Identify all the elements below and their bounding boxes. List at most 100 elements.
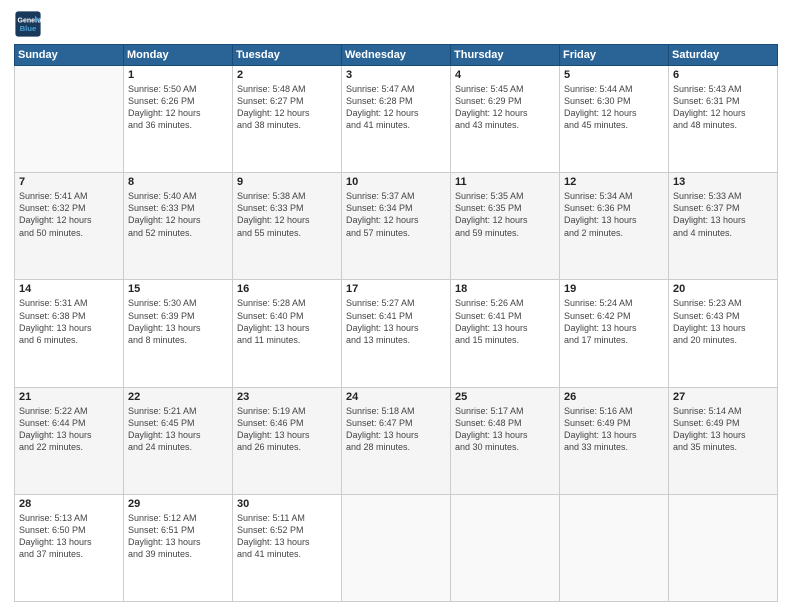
day-detail: Sunrise: 5:21 AM Sunset: 6:45 PM Dayligh… — [128, 405, 228, 454]
day-number: 16 — [237, 283, 337, 295]
day-number: 22 — [128, 391, 228, 403]
day-number: 11 — [455, 176, 555, 188]
header: General Blue — [14, 10, 778, 38]
calendar-cell: 26Sunrise: 5:16 AM Sunset: 6:49 PM Dayli… — [560, 387, 669, 494]
calendar-cell: 29Sunrise: 5:12 AM Sunset: 6:51 PM Dayli… — [124, 494, 233, 601]
day-number: 6 — [673, 69, 773, 81]
calendar-cell: 16 Sunrise: 5:28 AM Sunset: 6:40 PM Dayli… — [233, 280, 342, 387]
day-number: 5 — [564, 69, 664, 81]
day-detail: Sunrise: 5:28 AM Sunset: 6:40 PM Dayligh… — [237, 297, 337, 346]
calendar-cell: 17 Sunrise: 5:27 AM Sunset: 6:41 PM Dayli… — [342, 280, 451, 387]
day-detail: Sunrise: 5:48 AM Sunset: 6:27 PM Dayligh… — [237, 83, 337, 132]
calendar-cell: 6 Sunrise: 5:43 AM Sunset: 6:31 PM Daylig… — [669, 66, 778, 173]
calendar-cell: 2 Sunrise: 5:48 AM Sunset: 6:27 PM Daylig… — [233, 66, 342, 173]
calendar-cell: 30 Sunrise: 5:11 AM Sunset: 6:52 PM Dayli… — [233, 494, 342, 601]
calendar-cell: 23 Sunrise: 5:19 AM Sunset: 6:46 PM Dayli… — [233, 387, 342, 494]
day-number: 2 — [237, 69, 337, 81]
weekday-sunday: Sunday — [15, 45, 124, 66]
day-detail: Sunrise: 5:37 AM Sunset: 6:34 PM Dayligh… — [346, 190, 446, 239]
day-detail: Sunrise: 5:11 AM Sunset: 6:52 PM Dayligh… — [237, 512, 337, 561]
day-detail: Sunrise: 5:27 AM Sunset: 6:41 PM Dayligh… — [346, 297, 446, 346]
day-detail: Sunrise: 5:47 AM Sunset: 6:28 PM Dayligh… — [346, 83, 446, 132]
day-number: 19 — [564, 283, 664, 295]
calendar-cell: 22 Sunrise: 5:21 AM Sunset: 6:45 PM Dayli… — [124, 387, 233, 494]
day-number: 26 — [564, 391, 664, 403]
weekday-header-row: SundayMondayTuesdayWednesdayThursdayFrid… — [15, 45, 778, 66]
calendar-cell — [342, 494, 451, 601]
logo-icon: General Blue — [14, 10, 42, 38]
day-number: 25 — [455, 391, 555, 403]
calendar-table: SundayMondayTuesdayWednesdayThursdayFrid… — [14, 44, 778, 602]
calendar-cell: 21 Sunrise: 5:22 AM Sunset: 6:44 PM Dayli… — [15, 387, 124, 494]
day-detail: Sunrise: 5:22 AM Sunset: 6:44 PM Dayligh… — [19, 405, 119, 454]
calendar-cell: 15 Sunrise: 5:30 AM Sunset: 6:39 PM Dayli… — [124, 280, 233, 387]
calendar-cell: 27 Sunrise: 5:14 AM Sunset: 6:49 PM Dayli… — [669, 387, 778, 494]
calendar-cell: 8 Sunrise: 5:40 AM Sunset: 6:33 PM Daylig… — [124, 173, 233, 280]
calendar-cell: 4 Sunrise: 5:45 AM Sunset: 6:29 PM Daylig… — [451, 66, 560, 173]
day-detail: Sunrise: 5:23 AM Sunset: 6:43 PM Dayligh… — [673, 297, 773, 346]
day-number: 18 — [455, 283, 555, 295]
calendar-cell: 11 Sunrise: 5:35 AM Sunset: 6:35 PM Dayli… — [451, 173, 560, 280]
day-number: 21 — [19, 391, 119, 403]
day-detail: Sunrise: 5:13 AM Sunset: 6:50 PM Dayligh… — [19, 512, 119, 561]
calendar-cell: 7Sunrise: 5:41 AM Sunset: 6:32 PM Daylig… — [15, 173, 124, 280]
day-detail: Sunrise: 5:50 AM Sunset: 6:26 PM Dayligh… — [128, 83, 228, 132]
weekday-monday: Monday — [124, 45, 233, 66]
day-detail: Sunrise: 5:35 AM Sunset: 6:35 PM Dayligh… — [455, 190, 555, 239]
calendar-cell: 19Sunrise: 5:24 AM Sunset: 6:42 PM Dayli… — [560, 280, 669, 387]
day-detail: Sunrise: 5:12 AM Sunset: 6:51 PM Dayligh… — [128, 512, 228, 561]
calendar-cell: 24Sunrise: 5:18 AM Sunset: 6:47 PM Dayli… — [342, 387, 451, 494]
day-number: 13 — [673, 176, 773, 188]
day-number: 8 — [128, 176, 228, 188]
calendar-cell: 3 Sunrise: 5:47 AM Sunset: 6:28 PM Daylig… — [342, 66, 451, 173]
day-number: 15 — [128, 283, 228, 295]
day-detail: Sunrise: 5:31 AM Sunset: 6:38 PM Dayligh… — [19, 297, 119, 346]
weekday-tuesday: Tuesday — [233, 45, 342, 66]
day-detail: Sunrise: 5:44 AM Sunset: 6:30 PM Dayligh… — [564, 83, 664, 132]
day-number: 23 — [237, 391, 337, 403]
day-detail: Sunrise: 5:17 AM Sunset: 6:48 PM Dayligh… — [455, 405, 555, 454]
calendar-cell: 25 Sunrise: 5:17 AM Sunset: 6:48 PM Dayli… — [451, 387, 560, 494]
day-number: 4 — [455, 69, 555, 81]
weekday-saturday: Saturday — [669, 45, 778, 66]
calendar-cell: 18 Sunrise: 5:26 AM Sunset: 6:41 PM Dayli… — [451, 280, 560, 387]
weekday-friday: Friday — [560, 45, 669, 66]
day-detail: Sunrise: 5:19 AM Sunset: 6:46 PM Dayligh… — [237, 405, 337, 454]
day-number: 20 — [673, 283, 773, 295]
day-detail: Sunrise: 5:40 AM Sunset: 6:33 PM Dayligh… — [128, 190, 228, 239]
week-row-4: 21 Sunrise: 5:22 AM Sunset: 6:44 PM Dayli… — [15, 387, 778, 494]
calendar-cell: 9 Sunrise: 5:38 AM Sunset: 6:33 PM Daylig… — [233, 173, 342, 280]
calendar-cell — [669, 494, 778, 601]
day-detail: Sunrise: 5:41 AM Sunset: 6:32 PM Dayligh… — [19, 190, 119, 239]
weekday-thursday: Thursday — [451, 45, 560, 66]
day-detail: Sunrise: 5:14 AM Sunset: 6:49 PM Dayligh… — [673, 405, 773, 454]
day-number: 9 — [237, 176, 337, 188]
day-detail: Sunrise: 5:18 AM Sunset: 6:47 PM Dayligh… — [346, 405, 446, 454]
calendar-cell — [15, 66, 124, 173]
calendar-cell — [451, 494, 560, 601]
calendar-cell: 5 Sunrise: 5:44 AM Sunset: 6:30 PM Daylig… — [560, 66, 669, 173]
day-detail: Sunrise: 5:26 AM Sunset: 6:41 PM Dayligh… — [455, 297, 555, 346]
calendar-cell — [560, 494, 669, 601]
day-detail: Sunrise: 5:45 AM Sunset: 6:29 PM Dayligh… — [455, 83, 555, 132]
day-number: 3 — [346, 69, 446, 81]
calendar-page: General Blue SundayMondayTuesdayWednesda… — [0, 0, 792, 612]
day-number: 14 — [19, 283, 119, 295]
day-detail: Sunrise: 5:30 AM Sunset: 6:39 PM Dayligh… — [128, 297, 228, 346]
day-number: 17 — [346, 283, 446, 295]
day-detail: Sunrise: 5:43 AM Sunset: 6:31 PM Dayligh… — [673, 83, 773, 132]
day-detail: Sunrise: 5:34 AM Sunset: 6:36 PM Dayligh… — [564, 190, 664, 239]
week-row-5: 28Sunrise: 5:13 AM Sunset: 6:50 PM Dayli… — [15, 494, 778, 601]
day-detail: Sunrise: 5:33 AM Sunset: 6:37 PM Dayligh… — [673, 190, 773, 239]
calendar-cell: 14 Sunrise: 5:31 AM Sunset: 6:38 PM Dayli… — [15, 280, 124, 387]
logo: General Blue — [14, 10, 46, 38]
day-detail: Sunrise: 5:38 AM Sunset: 6:33 PM Dayligh… — [237, 190, 337, 239]
week-row-2: 7Sunrise: 5:41 AM Sunset: 6:32 PM Daylig… — [15, 173, 778, 280]
calendar-cell: 20 Sunrise: 5:23 AM Sunset: 6:43 PM Dayli… — [669, 280, 778, 387]
day-number: 30 — [237, 498, 337, 510]
week-row-3: 14 Sunrise: 5:31 AM Sunset: 6:38 PM Dayli… — [15, 280, 778, 387]
svg-text:Blue: Blue — [20, 24, 37, 33]
calendar-cell: 1Sunrise: 5:50 AM Sunset: 6:26 PM Daylig… — [124, 66, 233, 173]
day-number: 27 — [673, 391, 773, 403]
week-row-1: 1Sunrise: 5:50 AM Sunset: 6:26 PM Daylig… — [15, 66, 778, 173]
